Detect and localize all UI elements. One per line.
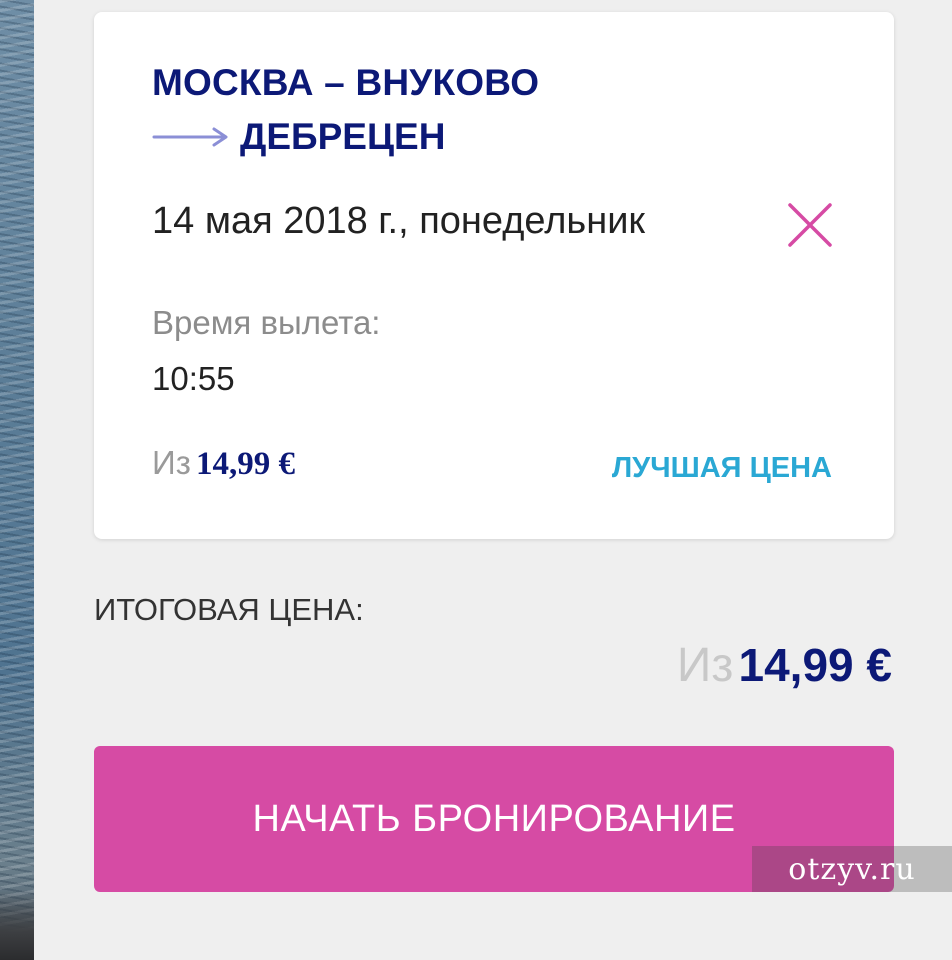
background-rock [0,890,34,960]
flight-price: Из 14,99 € [152,444,295,483]
arrow-right-icon [152,127,228,147]
price-value: 14,99 € [195,446,295,482]
route-origin: МОСКВА – ВНУКОВО [152,62,540,103]
total-price-prefix: Из [676,639,734,692]
watermark: otzyv.ru [752,846,952,892]
route-destination: ДЕБРЕЦЕН [240,116,446,157]
best-price-badge: ЛУЧШАЯ ЦЕНА [611,452,832,484]
total-price: Из 14,99 € [677,638,892,693]
flight-date: 14 мая 2018 г., понедельник [152,200,646,242]
price-prefix: Из [152,444,191,481]
close-icon[interactable] [784,199,836,251]
route-destination-row: ДЕБРЕЦЕН [152,116,445,158]
total-price-value: 14,99 € [738,639,892,691]
departure-time: 10:55 [152,360,235,397]
departure-time-label: Время вылета: [152,304,381,341]
total-price-label: ИТОГОВАЯ ЦЕНА: [94,592,364,627]
background-photo-strip [0,0,34,960]
flight-card: МОСКВА – ВНУКОВО ДЕБРЕЦЕН 14 мая 2018 г.… [94,12,894,539]
